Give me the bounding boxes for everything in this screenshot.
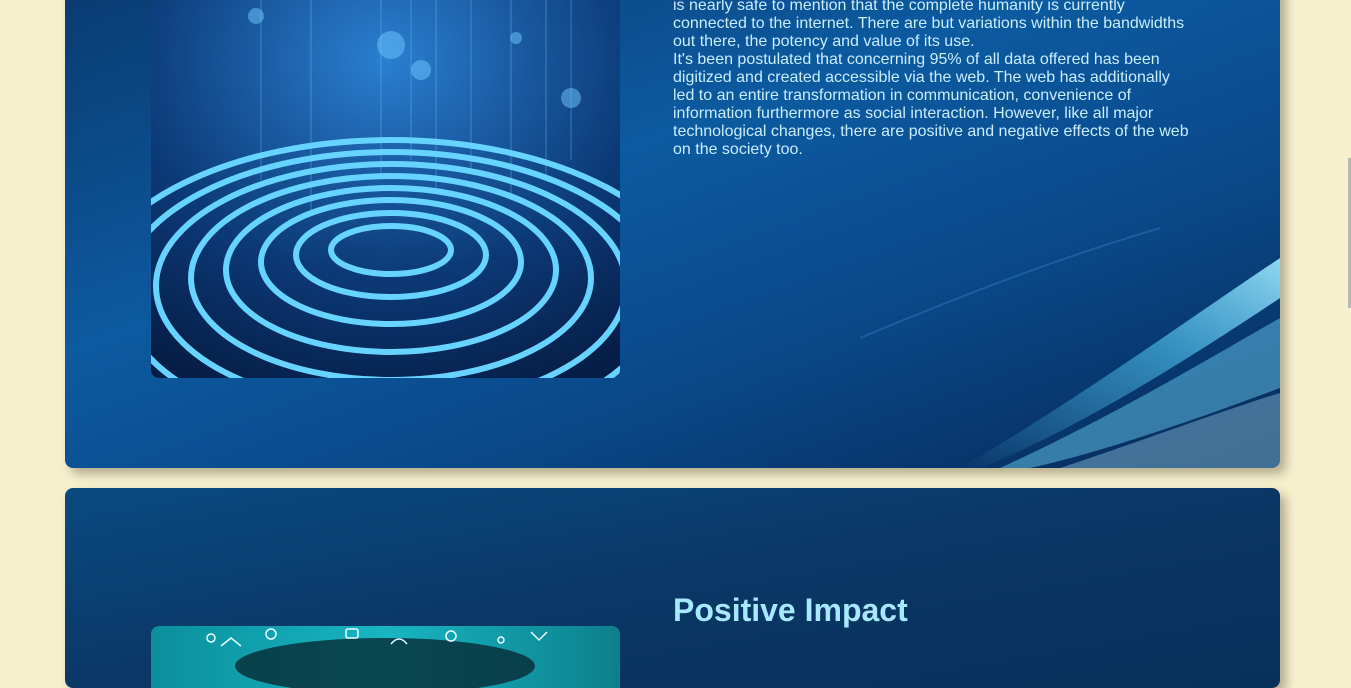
social-doodle-image xyxy=(151,626,620,688)
intro-text: is nearly safe to mention that the compl… xyxy=(673,0,1193,159)
fingerprint-image xyxy=(151,0,620,378)
social-doodle-icon xyxy=(206,628,548,688)
positive-impact-heading: Positive Impact xyxy=(673,592,908,628)
swoosh-decoration xyxy=(860,227,1280,468)
intro-paragraph-2: It's been postulated that concerning 95%… xyxy=(673,51,1189,158)
intro-paragraph-1: is nearly safe to mention that the compl… xyxy=(673,0,1185,50)
web-info-card: is nearly safe to mention that the compl… xyxy=(65,0,1280,468)
positive-impact-card: Positive Impact xyxy=(65,488,1280,688)
fingerprint-icon xyxy=(151,0,620,378)
